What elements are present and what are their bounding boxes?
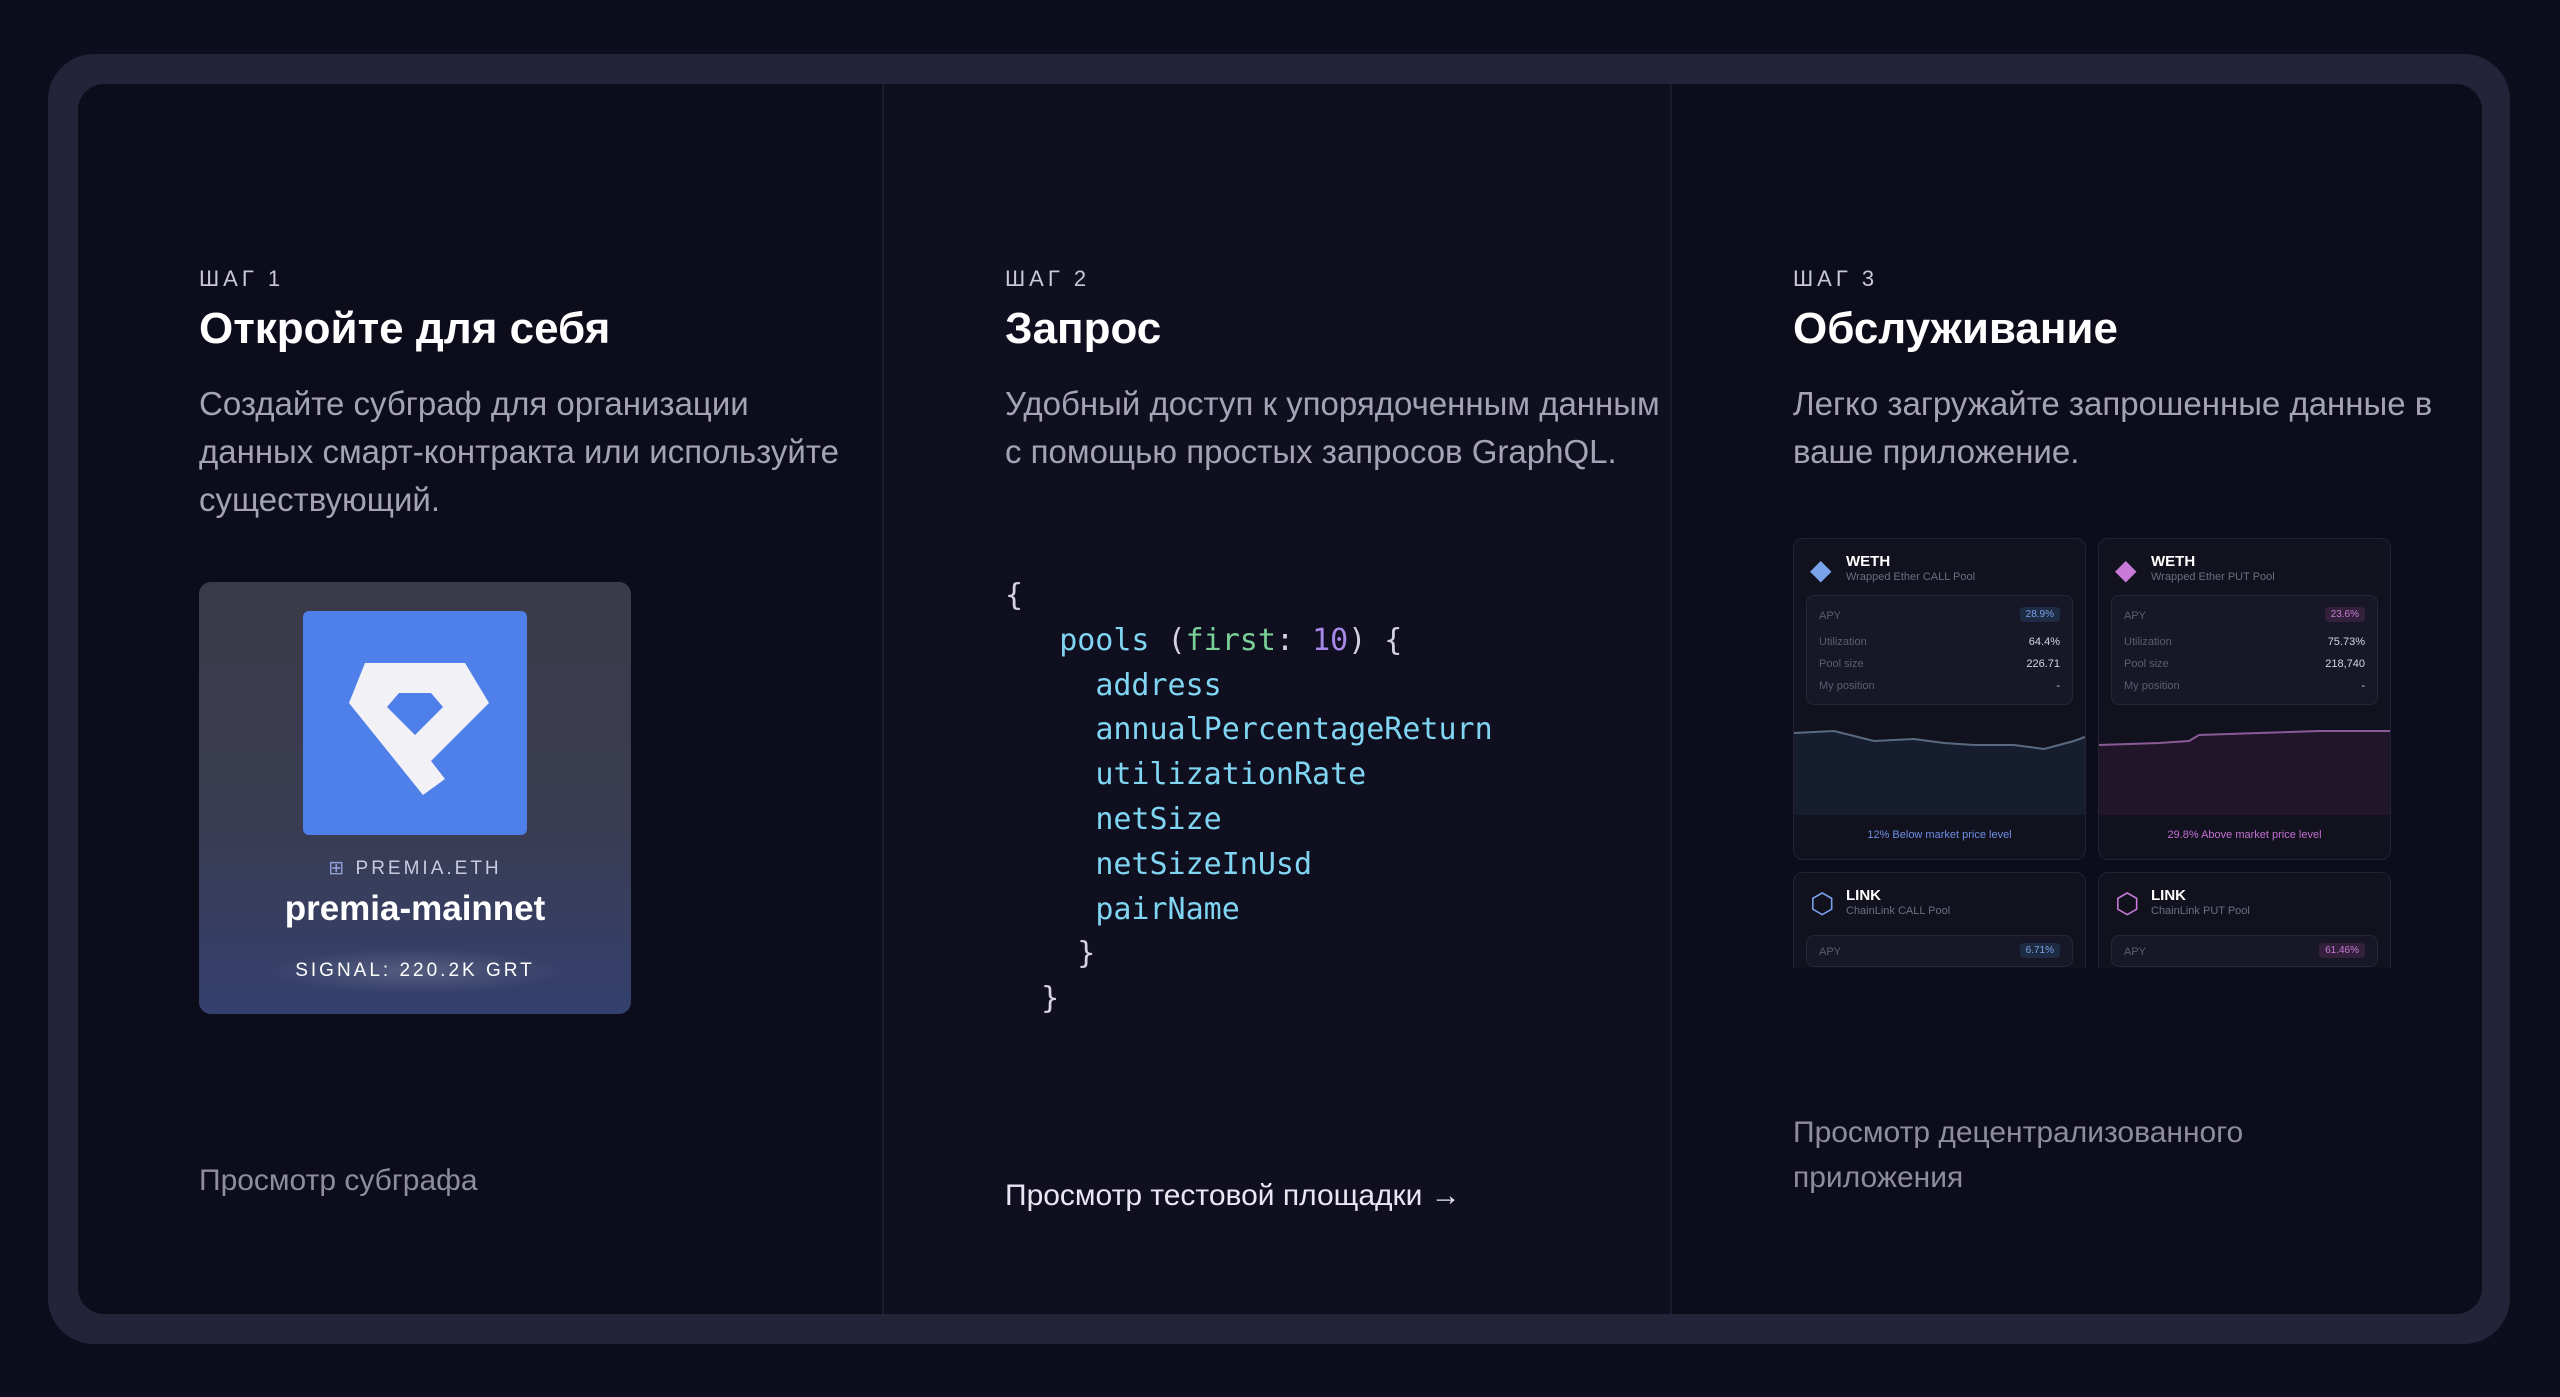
pool-card[interactable]: ◆ WETH Wrapped Ether CALL Pool APY 28.9% … <box>1793 538 2086 860</box>
view-dapp-link[interactable]: Просмотр децентрализованного приложения <box>1793 1110 2353 1200</box>
apy-badge: 6.71% <box>2019 943 2060 958</box>
premia-logo-icon <box>303 611 527 835</box>
apy-badge: 61.46% <box>2319 943 2365 958</box>
step-1-column: ШАГ 1 Откройте для себя Создайте субграф… <box>78 84 882 1314</box>
pool-name: LINK <box>1846 887 1881 904</box>
dapp-preview: ◆ WETH Wrapped Ether CALL Pool APY 28.9% … <box>1793 538 2391 968</box>
chainlink-icon: ⬡ <box>2115 888 2140 919</box>
chainlink-icon: ⬡ <box>1810 888 1835 919</box>
step-title: Запрос <box>1005 304 1162 353</box>
price-chart <box>2099 730 2390 815</box>
ethereum-icon: ◆ <box>1810 554 1832 585</box>
price-chart <box>1794 729 2085 815</box>
grid-icon: ⊞ <box>328 858 356 879</box>
signal-badge: SIGNAL: 220.2K GRT <box>265 948 565 994</box>
step-description: Создайте субграф для организации данных … <box>199 385 839 518</box>
pool-stats: APY 23.6% Utilization 75.73% Pool size 218,… <box>2111 595 2378 705</box>
pool-card[interactable]: ⬡ LINK ChainLink PUT Pool APY 61.46% <box>2098 872 2391 968</box>
step-title: Откройте для себя <box>199 304 611 353</box>
step-3-column: ШАГ 3 Обслуживание Легко загружайте запр… <box>1672 84 2482 1314</box>
price-level-note: 29.8% Above market price level <box>2167 829 2322 841</box>
step-label: ШАГ 3 <box>1793 266 1879 291</box>
apy-badge: 23.6% <box>2324 607 2365 622</box>
pool-subtitle: ChainLink PUT Pool <box>2151 905 2250 917</box>
pool-subtitle: Wrapped Ether PUT Pool <box>2151 571 2275 583</box>
graphql-code-block: { pools (first: 10) { address annualPerc… <box>1005 578 1493 1017</box>
apy-badge: 28.9% <box>2019 607 2060 622</box>
pool-name: LINK <box>2151 887 2186 904</box>
pool-stats: APY 28.9% Utilization 64.4% Pool size 226.7… <box>1806 595 2073 705</box>
pool-name: WETH <box>2151 553 2196 570</box>
arrow-right-icon: → <box>1430 1179 1461 1212</box>
steps-panel: ШАГ 1 Откройте для себя Создайте субграф… <box>78 84 2482 1314</box>
step-label: ШАГ 2 <box>1005 266 1091 291</box>
pool-stats: APY 61.46% <box>2111 935 2378 967</box>
pool-stats: APY 6.71% <box>1806 935 2073 967</box>
step-label: ШАГ 1 <box>199 266 285 291</box>
subgraph-name: premia-mainnet <box>284 889 546 928</box>
ethereum-icon: ◆ <box>2115 554 2137 585</box>
view-subgraph-link[interactable]: Просмотр субграфа <box>199 1158 478 1203</box>
subgraph-card[interactable]: ⊞ PREMIA.ETH premia-mainnet SIGNAL: 220.… <box>199 582 631 1014</box>
pool-name: WETH <box>1846 553 1891 570</box>
step-title: Обслуживание <box>1793 304 2118 353</box>
pool-subtitle: ChainLink CALL Pool <box>1846 905 1951 917</box>
subgraph-org: ⊞ PREMIA.ETH <box>328 858 502 879</box>
price-level-note: 12% Below market price level <box>1867 829 2012 841</box>
step-2-column: ШАГ 2 Запрос Удобный доступ к упорядочен… <box>884 84 1670 1314</box>
step-description: Легко загружайте запрошенные данные в ва… <box>1793 385 2433 470</box>
view-playground-link[interactable]: Просмотр тестовой площадки → <box>1005 1173 1461 1218</box>
pool-subtitle: Wrapped Ether CALL Pool <box>1846 571 1976 583</box>
step-description: Удобный доступ к упорядоченным данным с … <box>1005 385 1660 470</box>
pool-card[interactable]: ⬡ LINK ChainLink CALL Pool APY 6.71% <box>1793 872 2086 968</box>
pool-card[interactable]: ◆ WETH Wrapped Ether PUT Pool APY 23.6% U… <box>2098 538 2391 860</box>
